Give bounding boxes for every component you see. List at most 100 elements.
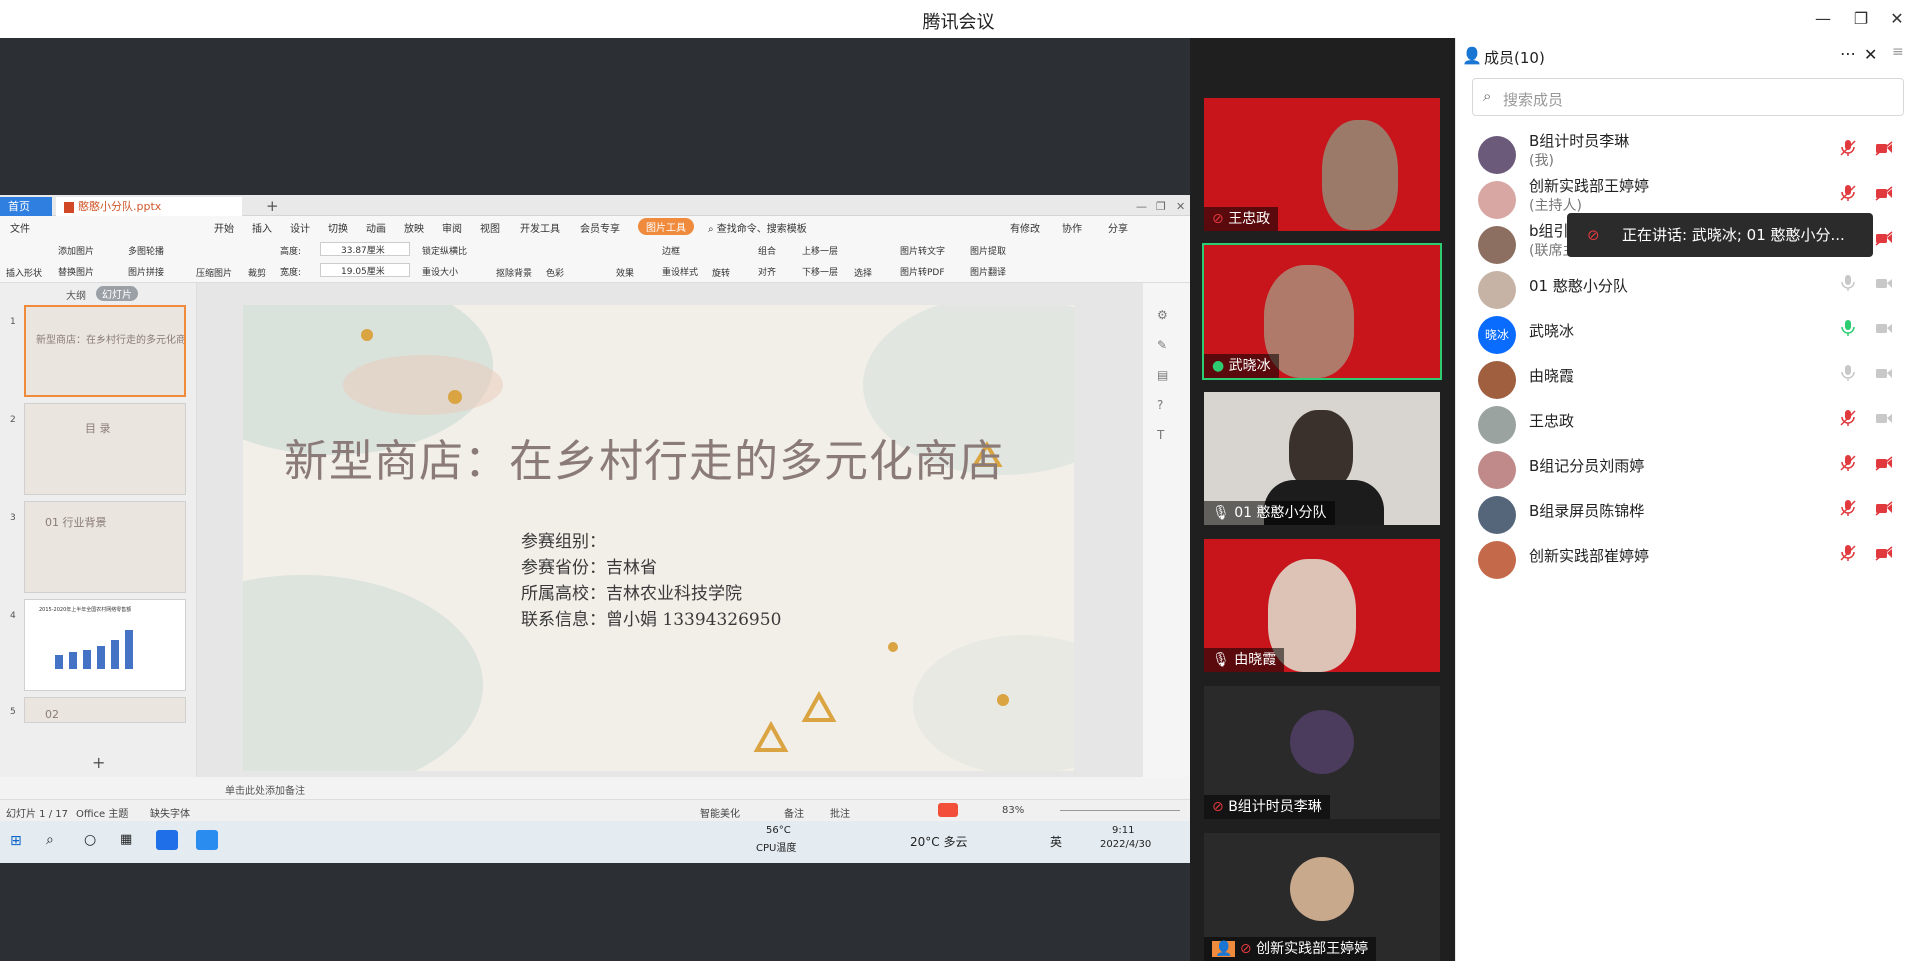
camera-off-icon[interactable] [1874, 183, 1894, 203]
replace-picture-button[interactable]: 替换图片 [58, 265, 94, 278]
remarks-button[interactable]: 备注 [784, 805, 804, 820]
mic-icon[interactable] [1838, 318, 1858, 338]
has-changes-button[interactable]: 有修改 [1010, 220, 1040, 235]
add-slide-button[interactable]: + [92, 753, 105, 772]
menu-animation[interactable]: 动画 [366, 220, 386, 235]
group-button[interactable]: 组合 [758, 244, 776, 257]
close-panel-icon[interactable]: ✕ [1864, 45, 1877, 64]
bring-forward-button[interactable]: 上移一层 [802, 244, 838, 257]
camera-icon[interactable] [1874, 363, 1894, 383]
zoom-slider[interactable] [1060, 810, 1180, 811]
menu-member[interactable]: 会员专享 [580, 220, 620, 235]
picture-stitch-button[interactable]: 图片拼接 [128, 265, 164, 278]
camera-icon[interactable] [1874, 408, 1894, 428]
crop-button[interactable]: 裁剪 [248, 266, 266, 279]
camera-icon[interactable] [1874, 318, 1894, 338]
video-tile[interactable]: 🎙 由晓霞 [1204, 539, 1440, 672]
pin-icon[interactable]: ✎ [1157, 338, 1167, 352]
close-icon[interactable]: ✕ [1886, 8, 1908, 30]
member-search-input[interactable]: ⌕ 搜索成员 [1472, 78, 1904, 116]
menu-icon[interactable]: ≡ [1892, 44, 1904, 60]
menu-transition[interactable]: 切换 [328, 220, 348, 235]
help-icon[interactable]: ? [1157, 398, 1163, 412]
multi-crop-button[interactable]: 多图轮播 [128, 244, 164, 257]
height-input[interactable]: 33.87厘米 [320, 242, 410, 256]
member-row[interactable]: 创新实践部崔婷婷 [1456, 531, 1917, 586]
minimize-icon[interactable]: — [1812, 8, 1834, 30]
new-tab-button[interactable]: + [258, 197, 287, 216]
rotate-button[interactable]: 旋转 [712, 266, 730, 279]
picture-to-text-button[interactable]: 图片转文字 [900, 244, 945, 257]
input-language[interactable]: 英 [1050, 833, 1062, 850]
color-button[interactable]: 色彩 [546, 266, 564, 279]
effect-button[interactable]: 效果 [616, 266, 634, 279]
lock-ratio-checkbox[interactable]: 锁定纵横比 [422, 244, 467, 257]
slide-thumb-4[interactable]: 2015-2020年上半年全国农村网络零售额 [24, 599, 186, 691]
send-backward-button[interactable]: 下移一层 [802, 265, 838, 278]
video-tile[interactable]: 🎙 01 憨憨小分队 [1204, 392, 1440, 525]
slide-thumb-1[interactable]: 新型商店：在乡村行走的多元化商店 [24, 305, 186, 397]
picture-to-pdf-button[interactable]: 图片转PDF [900, 265, 945, 278]
doc-tab[interactable]: 憨憨小分队.pptx [56, 197, 242, 216]
video-tile[interactable]: 👤 ⊘ 创新实践部王婷婷 [1204, 833, 1440, 961]
command-search[interactable]: ⌕ 查找命令、搜索模板 [708, 220, 807, 235]
camera-icon[interactable] [1874, 273, 1894, 293]
reset-style-button[interactable]: 重设样式 [662, 265, 698, 278]
mic-muted-icon[interactable] [1838, 498, 1858, 518]
text-icon[interactable]: T [1157, 428, 1164, 442]
home-tab[interactable]: 首页 [0, 197, 52, 216]
camera-off-icon[interactable] [1874, 138, 1894, 158]
video-tile[interactable]: ⊘ 王忠政 [1204, 98, 1440, 231]
cortana-icon[interactable]: ○ [84, 832, 96, 848]
video-tile[interactable]: ● 武晓冰 [1202, 243, 1442, 380]
current-slide[interactable]: 新型商店：在乡村行走的多元化商店 参赛组别： 参赛省份：吉林省 所属高校：吉林农… [243, 305, 1074, 771]
slide-thumb-2[interactable]: 目 录 [24, 403, 186, 495]
more-icon[interactable]: ⋯ [1840, 44, 1856, 63]
camera-off-icon[interactable] [1874, 228, 1894, 248]
slide-thumb-5[interactable]: 02 [24, 697, 186, 723]
menu-view[interactable]: 视图 [480, 220, 500, 235]
menu-file[interactable]: 文件 [10, 220, 30, 235]
comments-button[interactable]: 批注 [830, 805, 850, 820]
taskbar-search-icon[interactable]: ⌕ [46, 832, 54, 848]
video-tile[interactable]: ⊘ B组计时员李琳 [1204, 686, 1440, 819]
slides-tab[interactable]: 幻灯片 [96, 286, 138, 301]
missing-font-button[interactable]: 缺失字体 [150, 805, 190, 820]
menu-insert[interactable]: 插入 [252, 220, 272, 235]
remove-bg-button[interactable]: 抠除背景 [496, 266, 532, 279]
meeting-app-icon[interactable] [156, 830, 178, 850]
outline-tab[interactable]: 大纲 [66, 287, 86, 302]
picture-translate-button[interactable]: 图片翻译 [970, 265, 1006, 278]
mic-muted-icon[interactable] [1838, 183, 1858, 203]
share-button[interactable]: 分享 [1108, 220, 1128, 235]
insert-shape-button[interactable]: 插入形状 [6, 266, 42, 279]
mic-muted-icon[interactable] [1838, 408, 1858, 428]
menu-slideshow[interactable]: 放映 [404, 220, 424, 235]
wps-app-icon[interactable] [196, 830, 218, 850]
settings-icon[interactable]: ⚙ [1157, 308, 1168, 322]
task-view-icon[interactable]: ▦ [120, 832, 132, 847]
slide-thumb-3[interactable]: 01 行业背景 [24, 501, 186, 593]
mic-muted-icon[interactable] [1838, 453, 1858, 473]
collab-button[interactable]: 协作 [1062, 220, 1082, 235]
compress-picture-button[interactable]: 压缩图片 [196, 266, 232, 279]
picture-extract-button[interactable]: 图片提取 [970, 244, 1006, 257]
menu-review[interactable]: 审阅 [442, 220, 462, 235]
mic-icon[interactable] [1838, 273, 1858, 293]
windows-start-icon[interactable]: ⊞ [10, 833, 22, 849]
camera-off-icon[interactable] [1874, 543, 1894, 563]
play-slideshow-button[interactable] [938, 803, 958, 817]
reset-size-button[interactable]: 重设大小 [422, 265, 458, 278]
width-input[interactable]: 19.05厘米 [320, 263, 410, 277]
align-button[interactable]: 对齐 [758, 265, 776, 278]
menu-design[interactable]: 设计 [290, 220, 310, 235]
mic-icon[interactable] [1838, 363, 1858, 383]
smart-beautify-button[interactable]: 智能美化 [700, 805, 740, 820]
border-button[interactable]: 边框 [662, 244, 680, 257]
restore-icon[interactable]: ❐ [1850, 8, 1872, 30]
menu-start[interactable]: 开始 [214, 220, 234, 235]
camera-off-icon[interactable] [1874, 453, 1894, 473]
layout-icon[interactable]: ▤ [1157, 368, 1168, 382]
select-button[interactable]: 选择 [854, 266, 872, 279]
mic-muted-icon[interactable] [1838, 138, 1858, 158]
